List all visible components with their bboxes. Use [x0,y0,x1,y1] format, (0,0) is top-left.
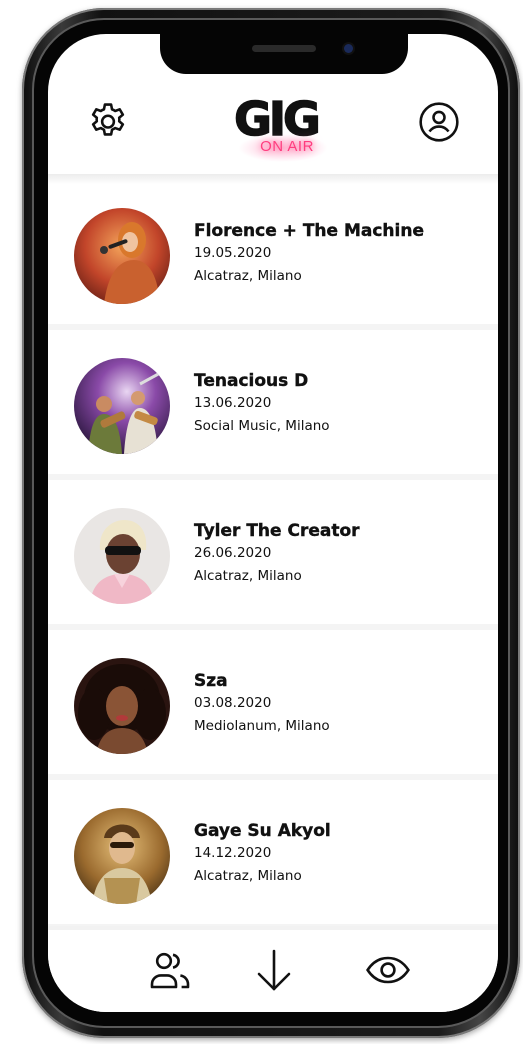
event-item[interactable]: Florence + The Machine 19.05.2020 Alcatr… [48,180,498,330]
event-date: 14.12.2020 [194,845,272,861]
gear-icon [91,103,125,136]
event-venue: Mediolanum, Milano [194,718,330,734]
logo-title: GIG [233,92,321,146]
event-item[interactable]: Gaye Su Akyol 14.12.2020 Alcatraz, Milan… [48,780,498,930]
artist-photo [74,208,170,304]
event-artist: Sza [194,671,228,691]
event-venue: Social Music, Milano [194,418,330,434]
event-info: Tenacious D 13.06.2020 Social Music, Mil… [194,370,494,438]
artist-photo [74,808,170,904]
nav-artists-button[interactable] [142,942,198,998]
app-screen: GIG ON AIR Florence + The Machine 19.05.… [48,34,498,1012]
bottom-nav [48,926,498,1012]
earpiece-speaker [252,45,316,52]
event-item[interactable]: Tyler The Creator 26.06.2020 Alcatraz, M… [48,480,498,630]
app-header: GIG ON AIR [48,84,498,174]
app-logo: GIG ON AIR [218,92,334,170]
event-venue: Alcatraz, Milano [194,568,302,584]
event-info: Sza 03.08.2020 Mediolanum, Milano [194,670,494,738]
event-info: Tyler The Creator 26.06.2020 Alcatraz, M… [194,520,494,588]
artist-photo [74,358,170,454]
event-item[interactable]: Sza 03.08.2020 Mediolanum, Milano [48,630,498,780]
event-artist: Tyler The Creator [194,521,360,541]
phone-notch [160,34,408,74]
front-camera [344,44,353,53]
eye-icon [366,956,410,984]
event-artist: Gaye Su Akyol [194,821,331,841]
users-icon [150,952,190,989]
artist-photo [74,658,170,754]
nav-download-button[interactable] [246,942,302,998]
arrow-down-icon [257,949,291,991]
event-artist: Florence + The Machine [194,221,424,241]
event-info: Florence + The Machine 19.05.2020 Alcatr… [194,220,494,288]
event-item[interactable]: Tenacious D 13.06.2020 Social Music, Mil… [48,330,498,480]
logo-subtitle: ON AIR [260,138,314,155]
settings-button[interactable] [84,98,132,146]
artist-photo [74,508,170,604]
event-date: 13.06.2020 [194,395,272,411]
stage: GIG ON AIR Florence + The Machine 19.05.… [0,0,523,1044]
event-venue: Alcatraz, Milano [194,268,302,284]
nav-watch-button[interactable] [360,942,416,998]
event-venue: Alcatraz, Milano [194,868,302,884]
event-date: 26.06.2020 [194,545,272,561]
event-info: Gaye Su Akyol 14.12.2020 Alcatraz, Milan… [194,820,494,888]
event-list: Florence + The Machine 19.05.2020 Alcatr… [48,180,498,930]
profile-button[interactable] [415,98,463,146]
event-artist: Tenacious D [194,371,309,391]
event-date: 19.05.2020 [194,245,272,261]
user-circle-icon [419,102,459,142]
event-date: 03.08.2020 [194,695,272,711]
